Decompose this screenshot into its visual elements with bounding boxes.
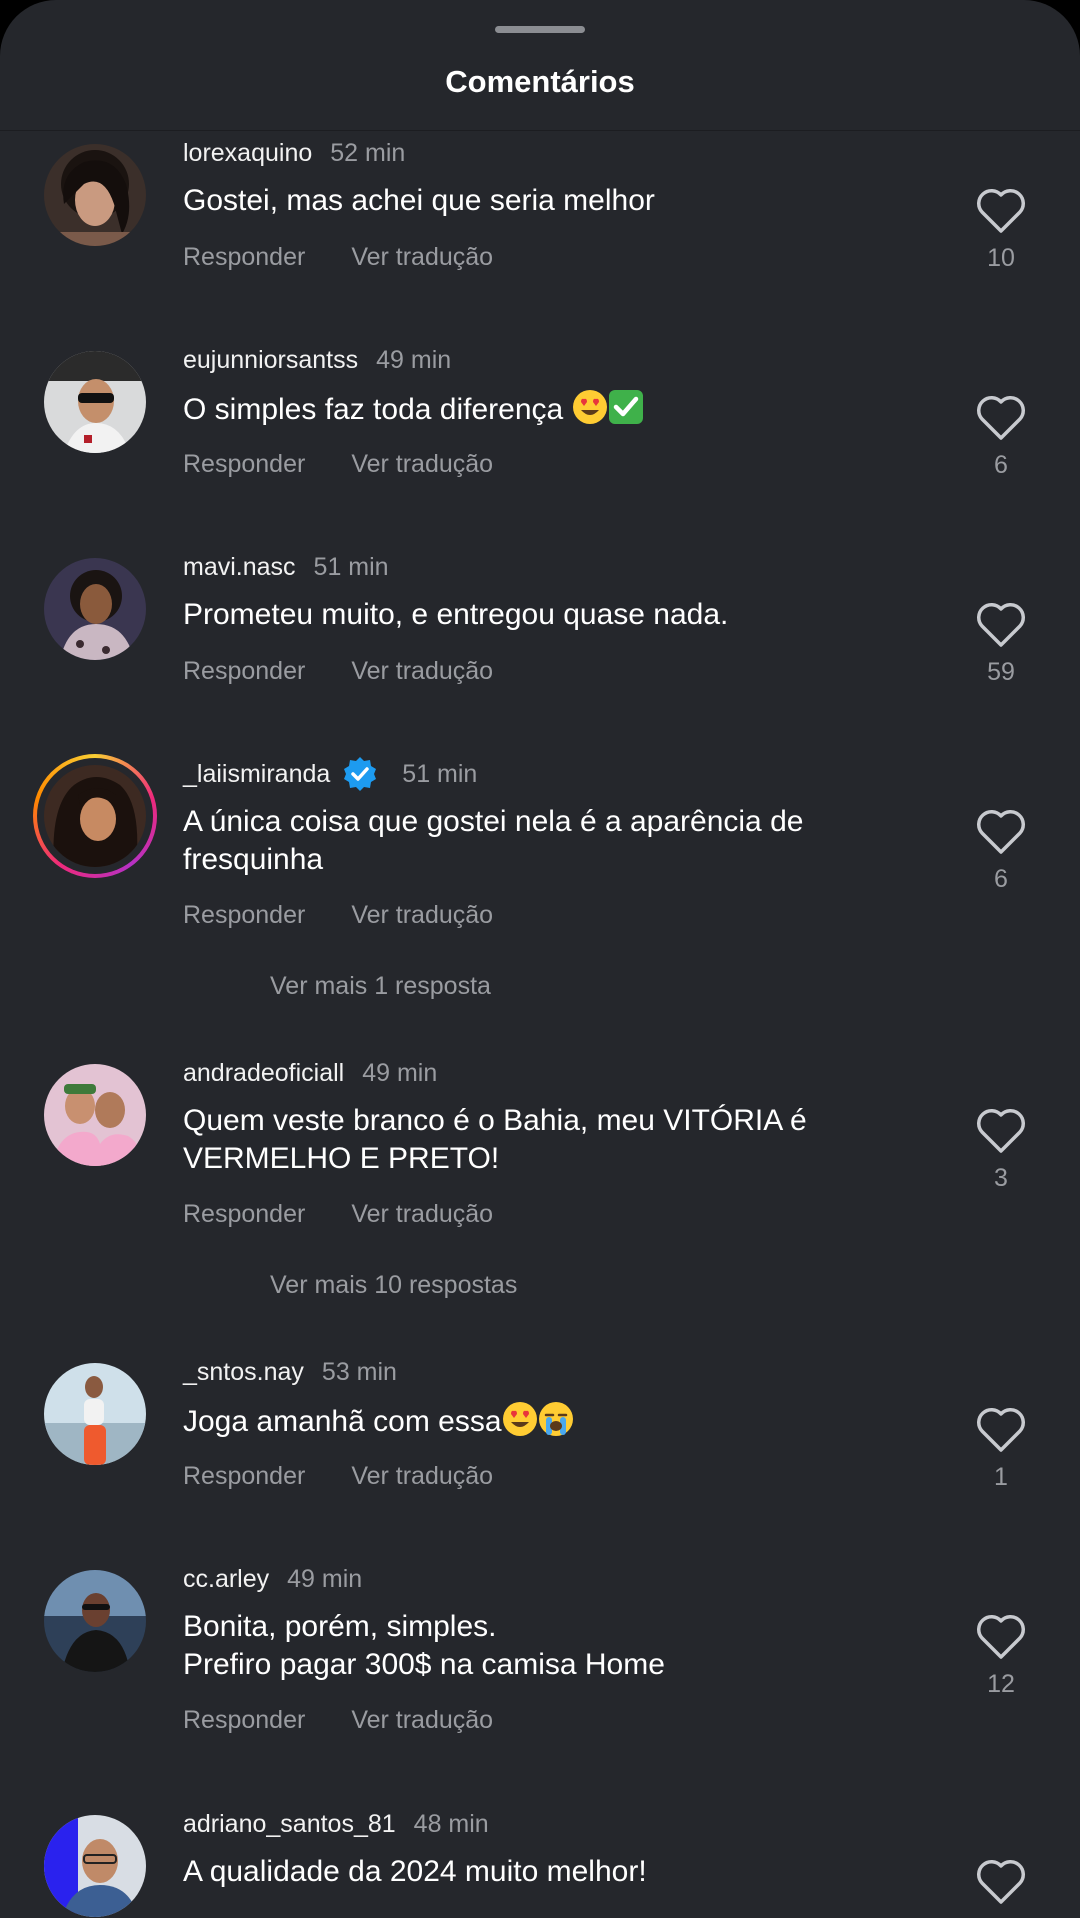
comment-text: Joga amanhã com essa bbox=[183, 1401, 863, 1441]
timestamp: 49 min bbox=[287, 1564, 363, 1593]
comment-text: Gostei, mas achei que seria melhor bbox=[183, 184, 655, 217]
comment-text: O simples faz toda diferença bbox=[183, 389, 863, 429]
heart-outline-icon[interactable] bbox=[975, 1106, 1027, 1154]
translate-button[interactable]: Ver tradução bbox=[351, 1200, 493, 1229]
translate-button[interactable]: Ver tradução bbox=[351, 657, 493, 686]
view-more-replies-button[interactable]: Ver mais 10 respostas bbox=[270, 1268, 517, 1302]
heart-outline-icon[interactable] bbox=[975, 1612, 1027, 1660]
translate-button[interactable]: Ver tradução bbox=[351, 243, 493, 272]
check-mark-emoji bbox=[608, 390, 643, 424]
timestamp: 51 min bbox=[313, 552, 389, 581]
like-count: 10 bbox=[987, 244, 1015, 272]
username[interactable]: mavi.nasc bbox=[183, 553, 296, 582]
username[interactable]: lorexaquino bbox=[183, 139, 312, 168]
like-count: 6 bbox=[994, 451, 1008, 479]
heart-eyes-emoji bbox=[502, 1402, 537, 1436]
heart-outline-icon[interactable] bbox=[975, 600, 1027, 648]
heart-outline-icon[interactable] bbox=[975, 807, 1027, 855]
username[interactable]: adriano_santos_81 bbox=[183, 1810, 396, 1839]
reply-button[interactable]: Responder bbox=[183, 1706, 305, 1735]
avatar[interactable] bbox=[44, 1064, 146, 1166]
avatar[interactable] bbox=[44, 765, 146, 867]
reply-button[interactable]: Responder bbox=[183, 450, 305, 479]
like-count: 12 bbox=[987, 1670, 1015, 1698]
avatar[interactable] bbox=[44, 558, 146, 660]
reply-button[interactable]: Responder bbox=[183, 243, 305, 272]
timestamp: 52 min bbox=[330, 138, 406, 167]
view-more-replies-button[interactable]: Ver mais 1 resposta bbox=[270, 969, 491, 1003]
translate-button[interactable]: Ver tradução bbox=[351, 1462, 493, 1491]
username[interactable]: eujunniorsantss bbox=[183, 346, 358, 375]
like-count: 59 bbox=[987, 658, 1015, 686]
timestamp: 49 min bbox=[376, 345, 452, 374]
comments-sheet: Comentários lorexaquino 52 min Gostei, m… bbox=[0, 0, 1080, 1918]
avatar[interactable] bbox=[44, 144, 146, 246]
translate-button[interactable]: Ver tradução bbox=[351, 901, 493, 930]
loudly-crying-emoji bbox=[538, 1402, 573, 1436]
username[interactable]: _laiismiranda bbox=[183, 760, 330, 789]
translate-button[interactable]: Ver tradução bbox=[351, 450, 493, 479]
comment-list[interactable]: lorexaquino 52 min Gostei, mas achei que… bbox=[0, 0, 1080, 1918]
like-count: 3 bbox=[994, 1164, 1008, 1192]
translate-button[interactable]: Ver tradução bbox=[351, 1706, 493, 1735]
comment-text: Bonita, porém, simples. Prefiro pagar 30… bbox=[183, 1610, 665, 1681]
like-count: 6 bbox=[994, 865, 1008, 893]
verified-badge-icon bbox=[344, 757, 377, 791]
username[interactable]: andradeoficiall bbox=[183, 1059, 344, 1088]
heart-outline-icon[interactable] bbox=[975, 1405, 1027, 1453]
reply-button[interactable]: Responder bbox=[183, 1200, 305, 1229]
timestamp: 53 min bbox=[321, 1357, 397, 1386]
heart-outline-icon[interactable] bbox=[975, 393, 1027, 441]
username[interactable]: _sntos.nay bbox=[183, 1358, 304, 1387]
comment-text: A qualidade da 2024 muito melhor! bbox=[183, 1855, 647, 1888]
heart-outline-icon[interactable] bbox=[975, 186, 1027, 234]
avatar[interactable] bbox=[44, 1570, 146, 1672]
heart-outline-icon[interactable] bbox=[975, 1857, 1027, 1905]
like-count: 1 bbox=[994, 1463, 1008, 1491]
timestamp: 51 min bbox=[402, 759, 478, 788]
heart-eyes-emoji bbox=[572, 390, 607, 424]
reply-button[interactable]: Responder bbox=[183, 657, 305, 686]
timestamp: 49 min bbox=[362, 1058, 438, 1087]
timestamp: 48 min bbox=[413, 1809, 489, 1838]
reply-button[interactable]: Responder bbox=[183, 901, 305, 930]
avatar[interactable] bbox=[44, 351, 146, 453]
comment-text: Quem veste branco é o Bahia, meu VITÓRIA… bbox=[183, 1104, 807, 1175]
avatar[interactable] bbox=[44, 1815, 146, 1917]
comment-text: A única coisa que gostei nela é a aparên… bbox=[183, 805, 804, 876]
username[interactable]: cc.arley bbox=[183, 1565, 269, 1594]
comment-text: Prometeu muito, e entregou quase nada. bbox=[183, 598, 729, 631]
reply-button[interactable]: Responder bbox=[183, 1462, 305, 1491]
avatar[interactable] bbox=[44, 1363, 146, 1465]
